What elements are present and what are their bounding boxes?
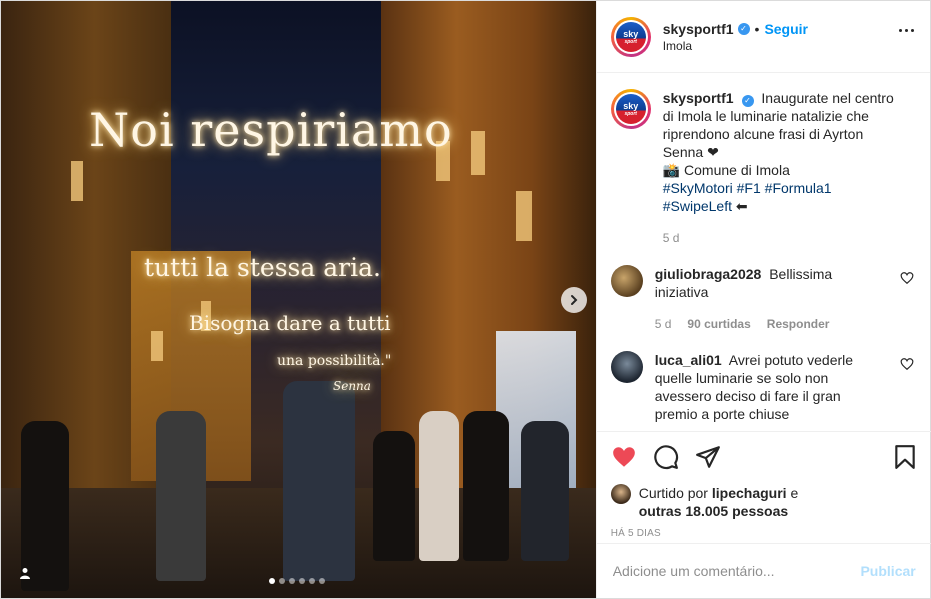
window (151, 331, 163, 361)
sky-sport-logo: sky sport (615, 21, 646, 52)
action-icons (611, 442, 918, 472)
carousel-dot (309, 578, 315, 584)
likes-summary: Curtido por lipechaguri e outras 18.005 … (610, 484, 918, 520)
header-info: skysportf1 ✓ • Seguir Imola (663, 21, 808, 53)
caption-age[interactable]: 5 d (663, 229, 680, 247)
window (71, 161, 83, 201)
post-side-panel: sky sport skysportf1 ✓ • Seguir Imola sk… (595, 1, 931, 598)
add-comment-bar: Publicar (596, 543, 931, 598)
caption-credit: 📸 Comune di Imola (662, 162, 790, 178)
comment-author[interactable]: luca_ali01 (655, 352, 722, 368)
more-icon (905, 29, 908, 32)
chevron-right-icon (571, 295, 578, 305)
reply-button[interactable]: Responder (767, 315, 830, 333)
post-header: sky sport skysportf1 ✓ • Seguir Imola (596, 1, 930, 73)
light-text-line-2: tutti la stessa aria. (144, 253, 381, 282)
heart-icon[interactable] (611, 444, 637, 470)
likes-others-link[interactable]: outras 18.005 pessoas (639, 503, 788, 519)
carousel-dot (289, 578, 295, 584)
bookmark-icon[interactable] (892, 444, 918, 470)
pedestrian (521, 421, 569, 561)
like-comment-heart-icon[interactable] (900, 357, 914, 371)
comments-list[interactable]: sky sport skysportf1 ✓ Inaugurate nel cen… (597, 73, 930, 430)
carousel-dot (319, 578, 325, 584)
liker-avatar[interactable] (610, 484, 631, 504)
post-actions: Curtido por lipechaguri e outras 18.005 … (596, 431, 931, 539)
comment-body: luca_ali01 Avrei potuto vederle quelle l… (655, 351, 877, 423)
comment-body: giuliobraga2028 Bellissima iniziativa 5 … (655, 265, 877, 333)
arrow-left-icon: ⬅ (735, 198, 748, 214)
pedestrian (373, 431, 415, 561)
comment: giuliobraga2028 Bellissima iniziativa 5 … (610, 265, 916, 333)
liker-username[interactable]: lipechaguri (712, 485, 787, 501)
carousel-dot (269, 578, 275, 584)
logo-text-sport: sport (624, 38, 637, 45)
window (471, 131, 485, 175)
hashtag[interactable]: #SkyMotori (663, 180, 733, 196)
likes-conj: e (790, 485, 799, 501)
pedestrian (156, 411, 206, 581)
pedestrian (419, 411, 459, 561)
author-username[interactable]: skysportf1 (663, 21, 734, 37)
logo-text-sport: sport (624, 111, 637, 117)
avatar-ring: sky sport (613, 19, 648, 54)
publish-button[interactable]: Publicar (860, 563, 915, 579)
cyclist (283, 381, 355, 581)
hashtag[interactable]: #F1 (737, 180, 761, 196)
comment-icon[interactable] (653, 444, 679, 470)
light-text-line-1: Noi respiriamo (89, 103, 453, 157)
carousel-dot (299, 578, 305, 584)
caption: sky sport skysportf1 ✓ Inaugurate nel cen… (610, 89, 916, 247)
sky-sport-logo: sky sport (615, 94, 646, 124)
comment: luca_ali01 Avrei potuto vederle quelle l… (610, 351, 916, 423)
likes-prefix: Curtido por (638, 485, 708, 501)
verified-badge-icon: ✓ (741, 95, 754, 107)
carousel-dot (279, 578, 285, 584)
carousel-next-button[interactable] (561, 287, 587, 313)
more-options-button[interactable] (899, 29, 914, 32)
likes-text: Curtido por lipechaguri e outras 18.005 … (639, 484, 799, 520)
comment-likes[interactable]: 90 curtidas (687, 315, 750, 333)
caption-meta: 5 d (663, 229, 899, 247)
caption-author-avatar[interactable]: sky sport (610, 89, 651, 129)
more-icon (911, 29, 914, 32)
commenter-avatar[interactable] (610, 265, 643, 297)
carousel-indicator (269, 578, 325, 584)
hashtag[interactable]: #Formula1 (765, 180, 832, 196)
avatar-ring: sky sport (613, 92, 648, 126)
user-tag-button[interactable] (15, 563, 35, 583)
more-icon (899, 29, 902, 32)
commenter-avatar[interactable] (610, 351, 643, 383)
follow-button[interactable]: Seguir (764, 21, 808, 37)
comment-meta: 5 d 90 curtidas Responder (655, 315, 877, 333)
comment-author[interactable]: giuliobraga2028 (655, 266, 762, 282)
comment-input[interactable] (612, 563, 861, 579)
logo-text-sky: sky (623, 28, 639, 39)
instagram-post: Noi respiriamo tutti la stessa aria. Bis… (0, 0, 931, 599)
pedestrian (463, 411, 509, 561)
comment-age[interactable]: 5 d (655, 315, 672, 333)
verified-badge-icon: ✓ (737, 22, 750, 35)
logo-text-sky: sky (623, 101, 639, 111)
post-location[interactable]: Imola (663, 39, 808, 53)
light-text-line-3: Bisogna dare a tutti (189, 311, 391, 335)
author-avatar[interactable]: sky sport (610, 16, 651, 57)
caption-body: skysportf1 ✓ Inaugurate nel centro di Imo… (663, 89, 899, 247)
window (516, 191, 532, 241)
hashtag[interactable]: #SwipeLeft (663, 198, 732, 214)
light-text-signature: Senna (333, 379, 371, 393)
header-row: skysportf1 ✓ • Seguir (663, 21, 808, 37)
separator-dot: • (754, 20, 760, 37)
post-timestamp[interactable]: HÁ 5 DIAS (611, 528, 918, 539)
user-tag-icon (20, 568, 30, 579)
share-icon[interactable] (695, 444, 721, 470)
caption-author[interactable]: skysportf1 (663, 90, 734, 106)
like-comment-heart-icon[interactable] (900, 271, 914, 285)
post-photo[interactable]: Noi respiriamo tutti la stessa aria. Bis… (1, 1, 596, 598)
light-text-line-4: una possibilità." (277, 353, 392, 369)
